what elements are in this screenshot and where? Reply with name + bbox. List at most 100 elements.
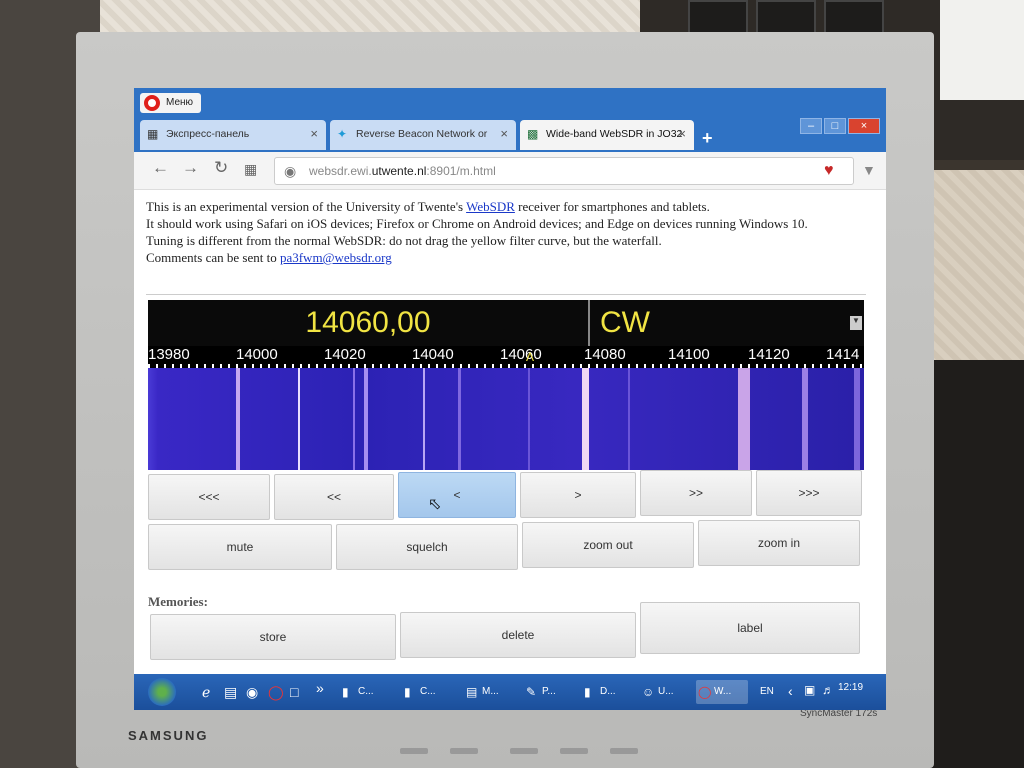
opera-icon[interactable]: ◯ [268,684,284,701]
scale-tick: 14060 [500,346,542,363]
taskbar-item-label: W... [714,686,732,697]
email-link[interactable]: pa3fwm@websdr.org [280,250,392,265]
forward-icon[interactable]: → [182,158,199,178]
delete-button[interactable]: delete [400,612,636,658]
folder-icon[interactable]: □ [290,684,298,700]
taskbar-item[interactable]: ☺ U... [640,680,696,704]
taskbar-item[interactable]: ▮ C... [340,680,396,704]
download-icon[interactable]: ▼ [862,162,876,178]
address-bar: ← → ↻ ▦ ◉ websdr.ewi.utwente.nl:8901/m.h… [134,152,886,190]
screen: Меню ▦ Экспресс-панель × ✦ Reverse Beaco… [134,88,886,710]
intro-line: It should work using Safari on iOS devic… [146,216,808,231]
media-icon[interactable]: ◉ [246,684,258,701]
close-icon[interactable]: × [678,120,686,148]
folder-icon: ▮ [342,685,349,699]
intro-text-segment: Comments can be sent to [146,250,280,265]
tune-down-medium-button[interactable]: << [274,474,394,520]
globe-icon: ◉ [284,163,297,179]
maximize-button[interactable]: □ [824,118,846,134]
frequency-display[interactable]: 14060,00 [148,300,590,346]
waterfall-trace [802,368,808,470]
monitor-button[interactable] [450,748,478,754]
tab-speed-dial[interactable]: ▦ Экспресс-панель × [140,120,326,150]
intro-line: This is an experimental version of the U… [146,198,876,215]
ie-icon[interactable]: ℯ [202,684,210,701]
speed-dial-icon[interactable]: ▦ [244,161,257,178]
tune-down-small-button[interactable]: < [398,472,516,518]
paper-sheet [940,0,1024,100]
taskbar: ℯ ▤ ◉ ◯ □ » ▮ C... ▮ C... ▤ M... ✎ P... ▮ D..… [134,674,886,710]
paint-icon: ✎ [526,685,537,699]
taskbar-item-label: C... [358,686,374,697]
waterfall-trace [148,368,158,470]
tune-up-large-button[interactable]: >>> [756,470,862,516]
waterfall-trace [854,368,860,470]
intro-text: This is an experimental version of the U… [146,198,876,266]
user-icon: ☺ [642,685,655,699]
waterfall-display[interactable] [148,368,864,470]
monitor-power-button[interactable] [610,748,638,754]
frequency-scale[interactable]: 13980 14000 14020 14040 14060 14080 1410… [148,346,864,368]
taskbar-item-label: C... [420,686,436,697]
monitor-button[interactable] [560,748,588,754]
squelch-button[interactable]: squelch [336,524,518,570]
tuning-marker-icon[interactable]: Λ [526,350,534,364]
tune-up-small-button[interactable]: > [520,472,636,518]
mute-button[interactable]: mute [148,524,332,570]
taskbar-item-label: U... [658,686,674,697]
monitor-button[interactable] [400,748,428,754]
language-indicator[interactable]: EN [760,686,774,697]
heart-icon[interactable]: ♥ [824,162,834,180]
close-icon[interactable]: × [500,120,508,148]
opera-menu-label: Меню [166,97,194,108]
minimize-button[interactable]: – [800,118,822,134]
clock[interactable]: 12:19 [838,682,863,693]
tab-label: Экспресс-панель [166,128,250,140]
monitor-brand: SAMSUNG [128,728,209,743]
waterfall-trace [628,368,630,470]
label-button[interactable]: label [640,602,860,654]
monitor-button[interactable] [510,748,538,754]
scale-tick: 14020 [324,346,366,363]
scale-tick: 14120 [748,346,790,363]
scale-tick: 14000 [236,346,278,363]
tab-label: Wide-band WebSDR in JO32 [546,128,683,140]
title-bar: Меню [134,88,886,116]
network-icon[interactable]: ▣ [804,683,815,697]
websdr-link[interactable]: WebSDR [466,199,515,214]
store-button[interactable]: store [150,614,396,660]
close-icon[interactable]: × [310,120,318,148]
waterfall-trace [528,368,530,470]
taskbar-item[interactable]: ▮ D... [582,680,638,704]
reload-icon[interactable]: ↻ [214,158,228,178]
chevron-down-icon[interactable]: ▼ [850,316,862,330]
new-tab-button[interactable]: + [702,128,713,149]
taskbar-item-active[interactable]: ◯ W... [696,680,748,704]
taskbar-item[interactable]: ✎ P... [524,680,580,704]
desktop-icon[interactable]: ▤ [224,684,237,701]
mode-select[interactable]: CW [600,300,850,346]
taskbar-item[interactable]: ▮ C... [402,680,458,704]
close-window-button[interactable]: × [848,118,880,134]
tune-down-large-button[interactable]: <<< [148,474,270,520]
waterfall-trace [738,368,750,470]
taskbar-item[interactable]: ▤ M... [464,680,520,704]
opera-menu-button[interactable]: Меню [140,93,202,113]
tune-up-medium-button[interactable]: >> [640,470,752,516]
zoom-in-button[interactable]: zoom in [698,520,860,566]
tray-expand-icon[interactable]: ‹ [788,683,793,699]
zoom-out-button[interactable]: zoom out [522,522,694,568]
back-icon[interactable]: ← [152,158,169,178]
receiver-readout: 14060,00 CW ▼ [148,300,864,346]
tab-reverse-beacon[interactable]: ✦ Reverse Beacon Network or × [330,120,516,150]
url-host: utwente.nl [371,164,427,178]
tab-websdr[interactable]: ▩ Wide-band WebSDR in JO32 × [520,120,694,150]
url-field[interactable]: ◉ websdr.ewi.utwente.nl:8901/m.html [274,157,854,185]
waterfall-trace [423,368,425,470]
intro-text-segment: receiver for smartphones and tablets. [514,199,710,214]
start-button[interactable] [148,678,176,706]
opera-logo-icon [144,95,160,111]
volume-icon[interactable]: ♬ [822,683,834,697]
intro-line: Tuning is different from the normal WebS… [146,233,662,248]
overflow-icon[interactable]: » [316,680,324,696]
